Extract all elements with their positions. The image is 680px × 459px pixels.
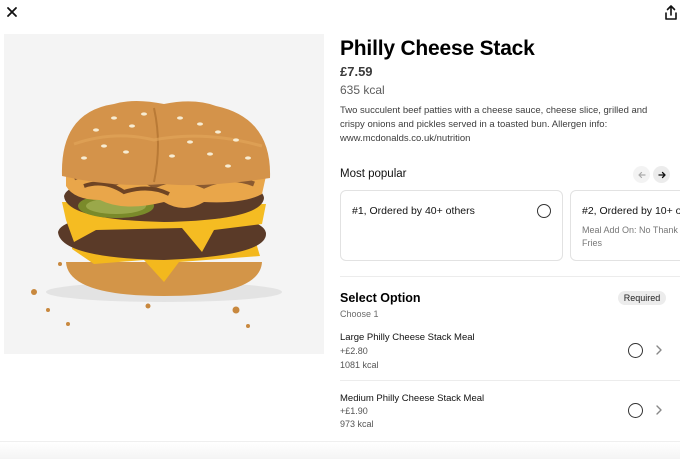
- option-price: +£1.90: [340, 406, 368, 416]
- share-icon: [665, 5, 677, 20]
- option-price: +£2.80: [340, 346, 368, 356]
- bottom-bar: [0, 441, 680, 459]
- popular-card-1[interactable]: #1, Ordered by 40+ others: [340, 190, 563, 261]
- chevron-right-icon: [656, 405, 662, 415]
- product-kcal: 635 kcal: [340, 83, 385, 97]
- popular-card-addon: Meal Add On: No Thank: [582, 225, 678, 235]
- popular-card-title: #2, Ordered by 10+ ot: [582, 205, 680, 217]
- popular-card-2[interactable]: #2, Ordered by 10+ ot Meal Add On: No Th…: [570, 190, 680, 261]
- option-kcal: 973 kcal: [340, 419, 374, 429]
- option-radio[interactable]: [628, 403, 643, 418]
- close-button[interactable]: [4, 4, 22, 22]
- option-radio[interactable]: [628, 343, 643, 358]
- arrow-left-icon: [637, 171, 646, 178]
- arrow-right-icon: [657, 171, 666, 178]
- close-icon: [7, 7, 17, 17]
- most-popular-heading: Most popular: [340, 168, 407, 180]
- chevron-right-icon: [656, 345, 662, 355]
- carousel-prev-button[interactable]: [633, 166, 650, 183]
- required-badge: Required: [618, 291, 666, 305]
- burger-illustration: [31, 101, 282, 328]
- product-description: Two succulent beef patties with a cheese…: [340, 105, 648, 144]
- section-divider: [340, 276, 680, 277]
- popular-card-subtext: Meal Add On: No Thank Fries: [582, 224, 678, 250]
- product-image: [4, 34, 324, 354]
- option-divider: [340, 380, 680, 381]
- option-name: Medium Philly Cheese Stack Meal: [340, 393, 485, 404]
- share-button[interactable]: [662, 4, 680, 22]
- option-name: Large Philly Cheese Stack Meal: [340, 332, 475, 343]
- select-option-choose: Choose 1: [340, 309, 379, 319]
- popular-card-addon-cont: Fries: [582, 238, 602, 248]
- carousel-next-button[interactable]: [653, 166, 670, 183]
- product-title: Philly Cheese Stack: [340, 37, 535, 60]
- popular-card-title: #1, Ordered by 40+ others: [352, 205, 475, 217]
- product-price: £7.59: [340, 64, 373, 79]
- select-option-heading: Select Option: [340, 291, 421, 305]
- popular-card-radio[interactable]: [537, 204, 551, 218]
- option-kcal: 1081 kcal: [340, 360, 379, 370]
